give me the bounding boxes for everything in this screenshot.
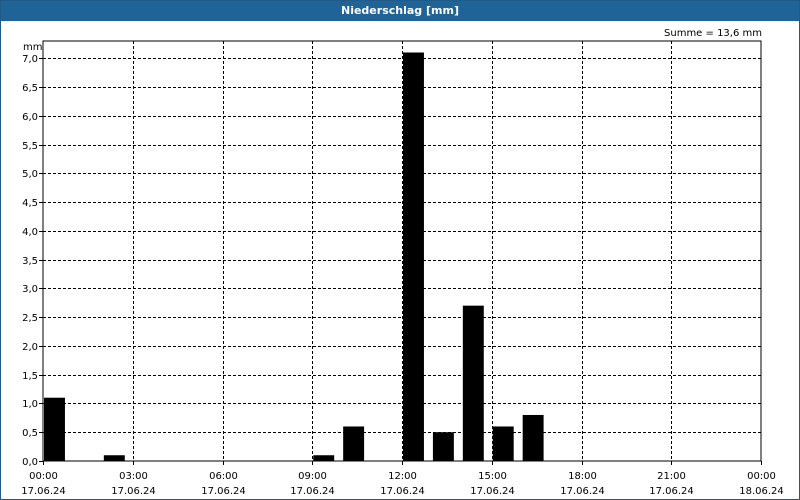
x-tick-date: 18.06.24 [739, 486, 784, 497]
y-tick-label: 0,0 [22, 457, 38, 468]
precipitation-chart: mm Summe = 13,6 mm 0,0 0,5 1,0 1,5 2,0 2,5 3,0… [21, 28, 784, 497]
y-axis-unit-label: mm [23, 42, 42, 53]
y-axis-ticks: 0,0 0,5 1,0 1,5 2,0 2,5 3,0 3,5 4,0 4,5 5,0 5,5 6,0 6… [22, 54, 43, 468]
x-tick-date: 17.06.24 [380, 486, 425, 497]
x-tick-date: 17.06.24 [201, 486, 246, 497]
x-tick-date: 17.06.24 [111, 486, 156, 497]
bar-1500 [492, 426, 514, 461]
x-tick-time: 09:00 [298, 471, 327, 482]
y-tick-label: 4,5 [22, 198, 38, 209]
y-tick-label: 1,0 [22, 399, 38, 410]
y-tick-label: 3,0 [22, 284, 38, 295]
gridlines [43, 41, 761, 461]
bar-0200 [103, 455, 125, 461]
x-tick-date: 17.06.24 [470, 486, 515, 497]
x-tick-date: 17.06.24 [560, 486, 605, 497]
bar-1200 [403, 52, 424, 462]
bar-0000 [44, 397, 65, 461]
bar-1300 [432, 432, 454, 461]
bar-1600 [522, 414, 544, 461]
y-tick-label: 0,5 [22, 428, 38, 439]
y-tick-label: 6,0 [22, 112, 38, 123]
bar-0900 [313, 455, 335, 461]
x-tick-time: 21:00 [657, 471, 686, 482]
y-tick-label: 7,0 [22, 54, 38, 65]
x-tick-time: 15:00 [478, 471, 507, 482]
bar-1000 [343, 426, 365, 461]
x-tick-time: 12:00 [388, 471, 417, 482]
x-tick-time: 03:00 [119, 471, 148, 482]
x-tick-date: 17.06.24 [21, 486, 66, 497]
bar-1400 [462, 305, 484, 461]
y-tick-label: 3,5 [22, 256, 38, 267]
x-tick-time: 00:00 [747, 471, 776, 482]
y-tick-label: 2,0 [22, 342, 38, 353]
x-axis-ticks: 00:00 17.06.24 03:00 17.06.24 06:00 17.06.24 0… [21, 461, 784, 497]
x-tick-date: 17.06.24 [649, 486, 694, 497]
y-tick-label: 2,5 [22, 313, 38, 324]
x-tick-time: 00:00 [29, 471, 58, 482]
y-tick-label: 5,5 [22, 141, 38, 152]
y-tick-label: 1,5 [22, 371, 38, 382]
y-tick-label: 4,0 [22, 227, 38, 238]
x-tick-time: 06:00 [209, 471, 238, 482]
y-tick-label: 5,0 [22, 169, 38, 180]
x-tick-date: 17.06.24 [290, 486, 335, 497]
chart-window: Niederschlag [mm] mm Summe = 13,6 mm 0,0… [0, 0, 800, 500]
bars [44, 52, 544, 462]
sum-annotation: Summe = 13,6 mm [664, 28, 762, 39]
x-tick-time: 18:00 [568, 471, 597, 482]
y-tick-label: 6,5 [22, 83, 38, 94]
